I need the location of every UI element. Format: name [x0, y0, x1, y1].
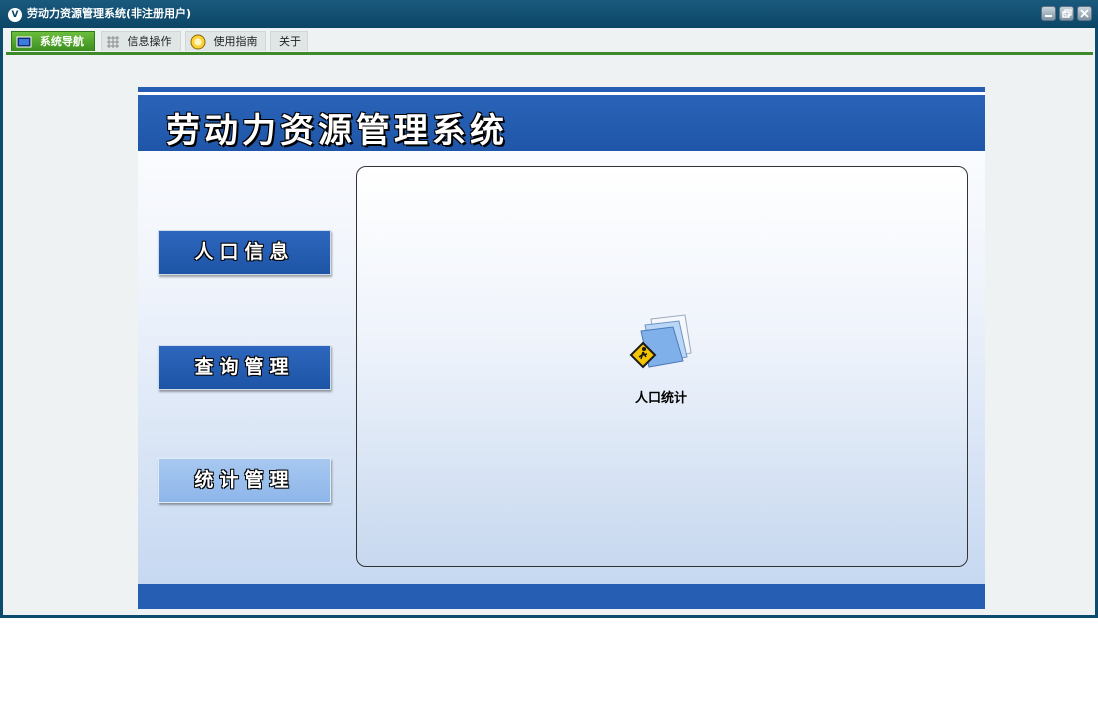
minimize-button[interactable]	[1041, 6, 1056, 21]
banner-title: 劳动力资源管理系统	[166, 111, 508, 151]
help-icon	[190, 34, 206, 50]
banner: 劳动力资源管理系统	[138, 95, 985, 151]
tab-label: 信息操作	[127, 35, 172, 48]
close-button[interactable]	[1077, 6, 1092, 21]
nav-button-query-management[interactable]: 查询管理	[158, 345, 331, 390]
content-panel: 人口统计	[356, 166, 968, 567]
main-content: 劳动力资源管理系统 人口信息 查询管理 统计管理 人口统计	[138, 87, 985, 609]
minimize-icon	[1045, 15, 1052, 17]
tab-label: 使用指南	[213, 35, 258, 48]
grid-icon	[107, 36, 119, 48]
menu-bar: 系统导航 信息操作 使用指南 关于	[6, 28, 1093, 55]
restore-icon	[1062, 9, 1072, 18]
window-title: 劳动力资源管理系统(非注册用户)	[27, 7, 192, 20]
window-controls	[1041, 6, 1092, 21]
tab-about[interactable]: 关于	[270, 31, 308, 51]
tab-info-operation[interactable]: 信息操作	[101, 31, 181, 51]
bottom-bar	[138, 584, 985, 609]
app-window: V 劳动力资源管理系统(非注册用户) 系统导航 信息操作 使用指南 关于 劳动力…	[0, 0, 1098, 618]
population-statistics-label: 人口统计	[634, 391, 687, 406]
title-bar[interactable]: V 劳动力资源管理系统(非注册用户)	[0, 0, 1098, 28]
restore-button[interactable]	[1059, 6, 1074, 21]
pedestrian-folder-icon	[629, 314, 692, 369]
tab-user-guide[interactable]: 使用指南	[185, 31, 266, 51]
tab-label: 关于	[279, 35, 301, 48]
nav-button-population-info[interactable]: 人口信息	[158, 230, 331, 275]
app-logo-icon: V	[8, 8, 22, 22]
monitor-icon	[16, 36, 32, 48]
close-icon	[1080, 9, 1089, 18]
nav-button-statistics-management[interactable]: 统计管理	[158, 458, 331, 503]
population-statistics-item[interactable]: 人口统计	[625, 313, 705, 413]
tab-label: 系统导航	[39, 35, 84, 48]
tab-system-navigation[interactable]: 系统导航	[11, 31, 95, 51]
top-strip	[138, 87, 985, 92]
